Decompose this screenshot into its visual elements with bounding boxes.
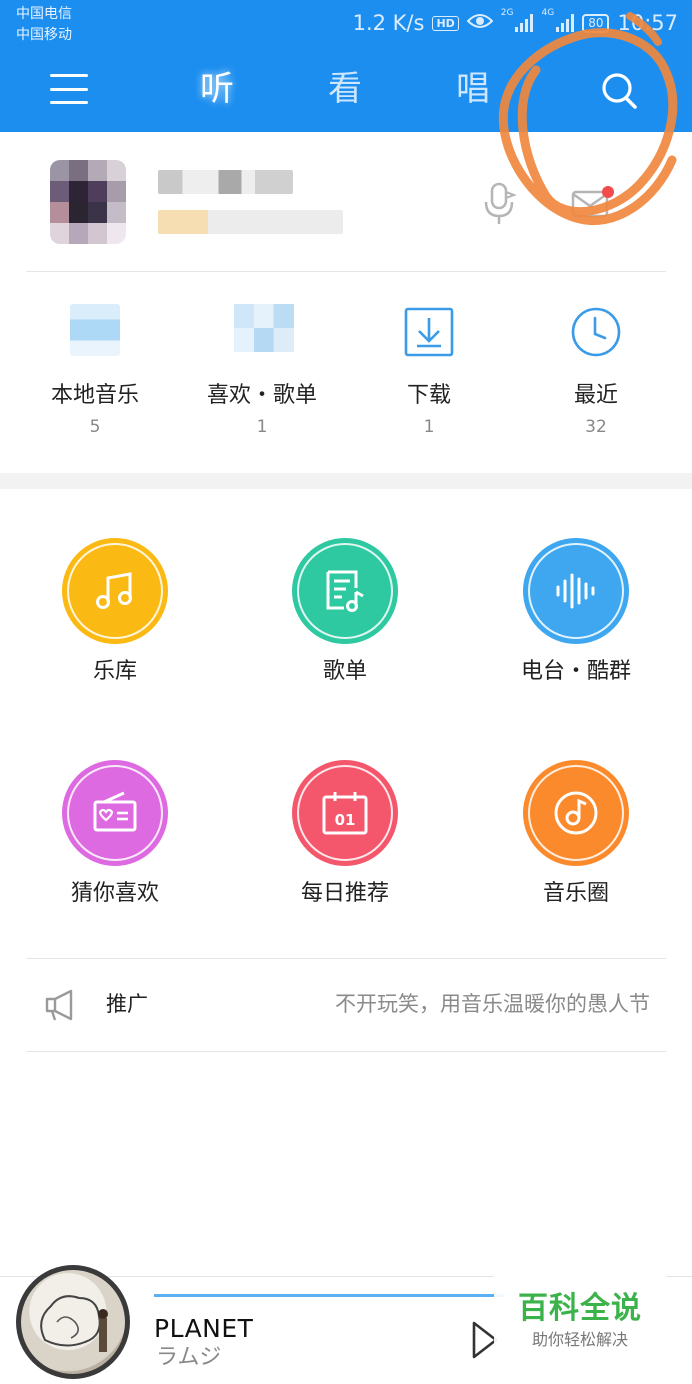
- album-art: [21, 1270, 125, 1374]
- carrier-labels: 中国电信 中国移动: [16, 4, 72, 46]
- carrier-2: 中国移动: [16, 27, 72, 43]
- promo-row[interactable]: 推广 不开玩笑，用音乐温暖你的愚人节: [0, 960, 692, 1050]
- feature-radio[interactable]: 电台・酷群: [461, 538, 691, 688]
- tab-sing[interactable]: 唱: [456, 64, 490, 114]
- watermark: 百科全说 助你轻松解决: [494, 1275, 666, 1363]
- playlist-icon: [292, 538, 398, 644]
- signal-2-type: 4G: [541, 8, 555, 18]
- megaphone-icon: [44, 988, 80, 1022]
- feature-label: 乐库: [92, 659, 137, 684]
- top-bar: 中国电信 中国移动 1.2 K/s HD 2G 4G 80 10:57 听 看 …: [0, 0, 692, 132]
- soundwave-icon: [523, 538, 629, 644]
- quick-item-count: 1: [423, 417, 435, 437]
- calendar-day: 01: [335, 811, 356, 829]
- feature-guess-you-like[interactable]: 猜你喜欢: [0, 760, 230, 910]
- feature-label: 电台・酷群: [520, 659, 631, 684]
- signal-1-type: 2G: [500, 8, 514, 18]
- quick-item-local-music[interactable]: 本地音乐 5: [12, 290, 178, 438]
- song-artist: ラムジ: [156, 1345, 222, 1370]
- local-music-icon: [67, 304, 123, 360]
- quick-item-label: 下载: [406, 383, 451, 408]
- section-separator: [0, 473, 692, 489]
- avatar[interactable]: [50, 160, 126, 244]
- user-profile[interactable]: [0, 132, 692, 272]
- calendar-icon: 01: [292, 760, 398, 866]
- quick-item-count: 5: [89, 417, 101, 437]
- quick-item-download[interactable]: 下载 1: [346, 290, 512, 438]
- user-level-blurred: [158, 210, 343, 234]
- carrier-1: 中国电信: [16, 6, 72, 22]
- quick-item-count: 32: [585, 417, 607, 437]
- feature-music-library[interactable]: 乐库: [0, 538, 230, 688]
- menu-icon[interactable]: [50, 72, 88, 106]
- playback-progress: [154, 1294, 504, 1297]
- feature-music-circle[interactable]: 音乐圈: [461, 760, 691, 910]
- download-icon: [401, 304, 457, 360]
- clock-time: 10:57: [617, 11, 678, 35]
- quick-item-favorites[interactable]: 喜欢・歌单 1: [179, 290, 345, 438]
- tab-listen[interactable]: 听: [200, 64, 234, 114]
- feature-label: 每日推荐: [300, 881, 389, 906]
- net-speed: 1.2 K/s: [352, 11, 425, 35]
- feature-label: 歌单: [322, 659, 367, 684]
- battery-level: 80: [582, 13, 610, 33]
- quick-item-label: 喜欢・歌单: [206, 383, 317, 408]
- feature-daily-picks[interactable]: 01 每日推荐: [230, 760, 460, 910]
- mini-player[interactable]: PLANET ラムジ 百科全说 助你轻松解决: [0, 1265, 692, 1384]
- tab-watch[interactable]: 看: [328, 64, 362, 114]
- quick-item-label: 最近: [573, 383, 618, 408]
- quick-item-label: 本地音乐: [50, 383, 139, 408]
- signal-2-icon: [556, 14, 575, 32]
- watermark-subtitle: 助你轻松解决: [531, 1330, 628, 1349]
- favorites-icon: [234, 304, 294, 360]
- mail-icon[interactable]: [570, 184, 614, 220]
- microphone-icon[interactable]: [480, 182, 520, 226]
- music-note-icon: [62, 538, 168, 644]
- divider: [26, 271, 666, 272]
- promo-text[interactable]: 不开玩笑，用音乐温暖你的愚人节: [335, 988, 650, 1020]
- hd-badge: HD: [432, 15, 459, 31]
- quick-access-row: 本地音乐 5 喜欢・歌单 1 下载 1 最近 32: [0, 290, 692, 460]
- username-blurred: [158, 170, 293, 194]
- feature-label: 音乐圈: [542, 881, 609, 906]
- music-circle-icon: [523, 760, 629, 866]
- feature-label: 猜你喜欢: [70, 881, 159, 906]
- clock-icon: [568, 304, 624, 360]
- feature-playlists[interactable]: 歌单: [230, 538, 460, 688]
- promo-label: 推广: [106, 992, 148, 1016]
- signal-1-icon: [515, 14, 534, 32]
- eye-comfort-icon: [466, 11, 494, 35]
- divider: [26, 958, 666, 959]
- system-status: 1.2 K/s HD 2G 4G 80 10:57: [353, 8, 678, 38]
- radio-heart-icon: [62, 760, 168, 866]
- song-title: PLANET: [154, 1314, 254, 1343]
- app-screen: 中国电信 中国移动 1.2 K/s HD 2G 4G 80 10:57 听 看 …: [0, 0, 692, 1384]
- album-cover[interactable]: [16, 1265, 130, 1379]
- quick-item-count: 1: [256, 417, 268, 437]
- watermark-title: 百科全说: [518, 1291, 642, 1326]
- search-icon[interactable]: [598, 70, 640, 110]
- quick-item-recent[interactable]: 最近 32: [513, 290, 679, 438]
- divider: [26, 1051, 666, 1052]
